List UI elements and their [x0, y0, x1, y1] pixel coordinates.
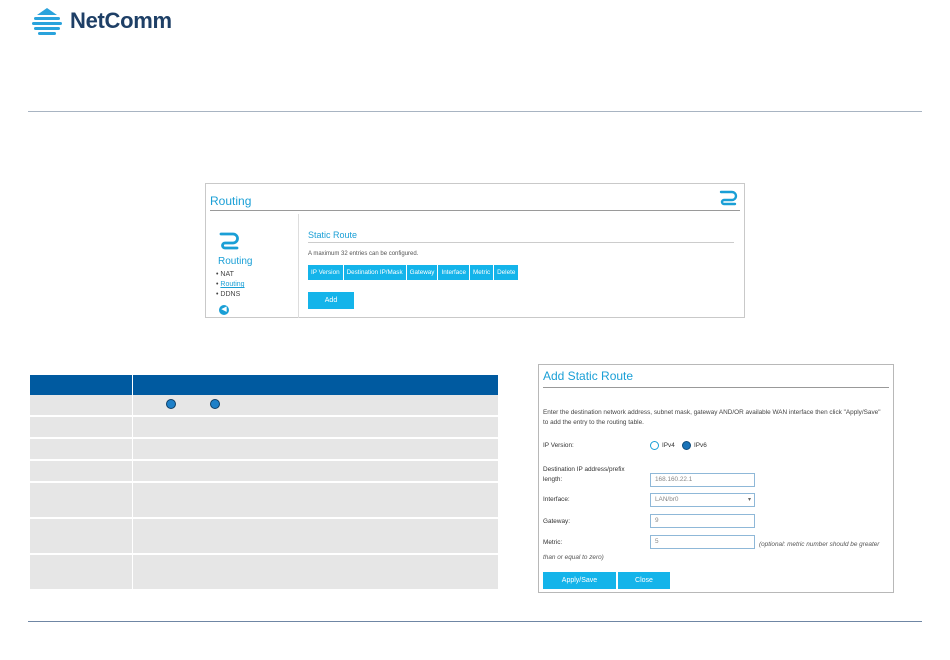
- sidebar-item-routing[interactable]: Routing: [216, 280, 244, 290]
- footer-divider: [28, 621, 922, 622]
- sidebar-item-nat[interactable]: NAT: [216, 270, 245, 280]
- section-title: Static Route: [308, 230, 358, 240]
- destination-label: Destination IP address/prefix: [543, 466, 625, 473]
- radio-selected-icon: [166, 399, 176, 409]
- ipv4-radio[interactable]: IPv4: [650, 441, 675, 450]
- column-header: Destination IP/Mask: [343, 265, 406, 280]
- sidebar-menu: NAT Routing DDNS: [216, 270, 245, 300]
- column-header: Delete: [494, 265, 519, 280]
- radio-selected-icon: [682, 441, 691, 450]
- dialog-title: Add Static Route: [543, 369, 634, 383]
- table-row: [30, 417, 498, 439]
- column-header: IP Version: [308, 265, 343, 280]
- routing-icon: [719, 190, 738, 206]
- description-table: [30, 375, 498, 591]
- destination-label-cont: length:: [543, 476, 563, 483]
- gateway-label: Gateway:: [543, 518, 570, 525]
- table-row: [30, 395, 498, 417]
- metric-note: (optional: metric number should be great…: [543, 541, 880, 561]
- netcomm-logo: NetComm: [30, 4, 172, 38]
- ipv6-radio[interactable]: IPv6: [682, 441, 707, 450]
- column-header: Interface: [438, 265, 469, 280]
- close-button[interactable]: Close: [618, 572, 670, 589]
- brand-name: NetComm: [70, 8, 172, 33]
- wifi-logo-icon: [32, 8, 62, 35]
- add-button[interactable]: Add: [308, 292, 354, 309]
- column-header: Metric: [469, 265, 494, 280]
- chevron-down-icon: ▾: [747, 497, 751, 503]
- table-header: [30, 375, 498, 395]
- dialog-divider: [543, 387, 889, 388]
- column-header: Gateway: [406, 265, 438, 280]
- sidebar-item-ddns[interactable]: DDNS: [216, 290, 245, 300]
- table-row: [30, 461, 498, 483]
- static-route-table-header: IP Version Destination IP/Mask Gateway I…: [308, 265, 519, 280]
- table-row: [30, 555, 498, 591]
- apply-save-button[interactable]: Apply/Save: [543, 572, 616, 589]
- interface-select[interactable]: LAN/br0 ▾: [650, 493, 755, 507]
- routing-panel-title: Routing: [210, 194, 252, 208]
- routing-icon: [219, 232, 239, 250]
- gateway-input[interactable]: 9: [650, 514, 755, 528]
- sidebar-title: Routing: [218, 256, 253, 267]
- ip-version-label: IP Version:: [543, 442, 574, 449]
- table-row: [30, 439, 498, 461]
- destination-input[interactable]: 168.160.22.1: [650, 473, 755, 487]
- section-divider: [308, 242, 734, 243]
- radio-selected-icon: [210, 399, 220, 409]
- header-cell: [133, 375, 498, 395]
- table-row: [30, 483, 498, 519]
- routing-sidebar: Routing NAT Routing DDNS ◀: [206, 214, 299, 318]
- dialog-instructions: Enter the destination network address, s…: [543, 409, 881, 426]
- header-divider: [28, 111, 922, 112]
- back-arrow-icon[interactable]: ◀: [219, 305, 229, 315]
- radio-unselected-icon: [650, 441, 659, 450]
- add-static-route-dialog: Add Static Route Enter the destination n…: [538, 364, 894, 593]
- header-cell: [30, 375, 133, 395]
- entries-note: A maximum 32 entries can be configured.: [308, 251, 419, 257]
- routing-panel-divider: [210, 210, 740, 211]
- routing-panel: Routing Routing NAT Routing DDNS ◀ Stati…: [205, 183, 745, 318]
- table-row: [30, 519, 498, 555]
- interface-label: Interface:: [543, 496, 570, 503]
